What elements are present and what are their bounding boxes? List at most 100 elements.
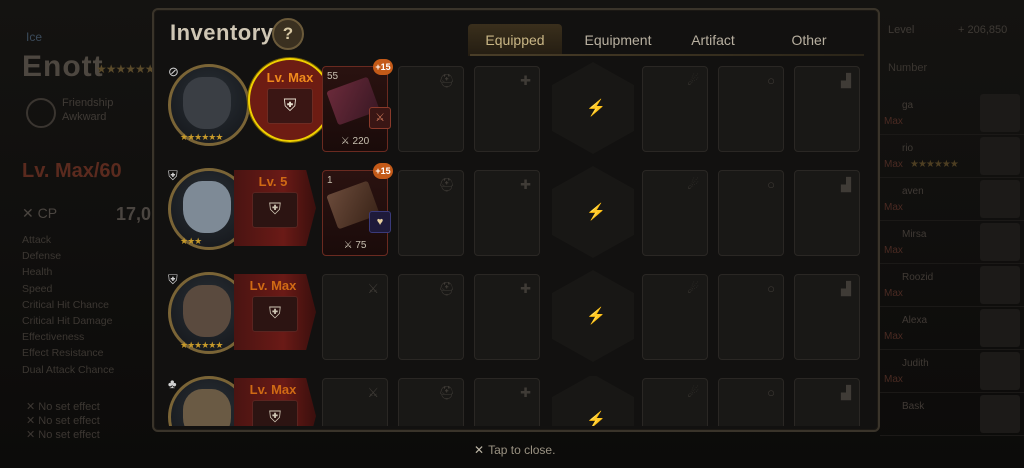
lightning-icon: ⚡: [586, 412, 606, 426]
weapon-slot[interactable]: ⚔: [322, 274, 388, 360]
boots-slot[interactable]: ▟: [794, 378, 860, 426]
list-item: aven Max: [880, 178, 1024, 221]
helmet-slot[interactable]: ⛑: [398, 274, 464, 360]
helmet-icon: ⛑: [438, 281, 455, 296]
boots-slot[interactable]: ▟: [794, 274, 860, 360]
hero-stars: ★★★★★★: [180, 340, 223, 350]
ring-icon: ○: [767, 177, 775, 192]
unequip-all-button[interactable]: ⛨: [252, 192, 298, 228]
armor-slot[interactable]: ✚: [474, 66, 540, 152]
boots-icon: ▟: [841, 73, 851, 88]
set-effects: ✕ No set effect ✕ No set effect ✕ No set…: [26, 401, 100, 441]
artifact-slot[interactable]: 55 +15 ⚔ ⚔ 220: [322, 59, 393, 152]
lightning-icon: ⚡: [586, 204, 606, 221]
level-filter: Level: [888, 24, 915, 36]
stat-list: Attack Defense Health Speed Critical Hit…: [22, 234, 115, 376]
heart-icon: ♥: [369, 211, 391, 233]
helmet-icon: ⛑: [438, 73, 455, 88]
list-item: ga Max: [880, 92, 1024, 135]
unequip-all-button[interactable]: ⛨: [252, 296, 298, 332]
necklace-icon: ☄: [687, 281, 699, 296]
helmet-slot[interactable]: ⛑: [398, 170, 464, 256]
list-item: Roozid Max: [880, 264, 1024, 307]
armor-slot[interactable]: ✚: [474, 170, 540, 256]
friendship-info: Friendship Awkward: [62, 97, 114, 123]
ring-icon: ○: [767, 281, 775, 296]
hero-roster-background: Level + 206,850 Number ga Max rio Max ★★★★★…: [878, 0, 1024, 468]
boots-slot[interactable]: ▟: [794, 170, 860, 256]
shield-icon: ⛨: [168, 168, 178, 183]
enhance-badge: +15: [373, 163, 393, 179]
tab-artifact[interactable]: Artifact: [668, 24, 758, 56]
armor-slot[interactable]: ✚: [474, 378, 540, 426]
necklace-slot[interactable]: ☄: [642, 66, 708, 152]
tab-bar: Equipped Equipment Artifact Other: [468, 24, 864, 56]
ring-slot[interactable]: ○: [718, 274, 784, 360]
hero-level: Lv. Max: [249, 278, 297, 293]
cp-value: 17,0: [116, 204, 152, 224]
sort-label: Number: [888, 62, 928, 74]
ring-slot[interactable]: ○: [718, 170, 784, 256]
lightning-icon: ⚡: [586, 100, 606, 117]
element-label: Ice: [26, 30, 43, 44]
friendship-icon: [26, 98, 56, 128]
roster-list: ga Max rio Max ★★★★★★ aven Max Mirsa Max Rooz…: [880, 92, 1024, 436]
sword-icon: ⚔: [367, 385, 379, 400]
boots-icon: ▟: [841, 281, 851, 296]
cp-label: ✕ CP: [22, 205, 58, 221]
help-button[interactable]: ?: [272, 18, 304, 50]
artifact-level: 55: [327, 71, 339, 82]
gold-count: + 206,850: [958, 24, 1008, 36]
list-item: rio Max ★★★★★★: [880, 135, 1024, 178]
exclusive-slot[interactable]: ⚡: [552, 376, 634, 426]
hero-row: ⛨ ★★★ Lv. 5 ⛨ 1 +15 ♥ ⚔ 75 ⛑ ✚ ⚡ ☄ ○ ▟: [166, 163, 866, 260]
tab-equipped[interactable]: Equipped: [468, 24, 562, 56]
armor-icon: ✚: [520, 177, 531, 192]
level-highlight[interactable]: Lv. Max ⛨: [248, 58, 332, 142]
tab-divider: [470, 54, 864, 56]
ring-icon: ○: [767, 73, 775, 88]
hero-row: ♣ Lv. Max ⛨ ⚔ ⛑ ✚ ⚡ ☄ ○ ▟: [166, 376, 866, 426]
necklace-slot[interactable]: ☄: [642, 170, 708, 256]
lightning-icon: ⚡: [586, 308, 606, 325]
hero-level: Lv. Max: [249, 382, 297, 397]
tab-equipment[interactable]: Equipment: [568, 24, 668, 56]
armor-icon: ✚: [520, 385, 531, 400]
tab-other[interactable]: Other: [764, 24, 854, 56]
unequip-all-button[interactable]: ⛨: [252, 400, 298, 426]
artifact-level: 1: [327, 175, 333, 186]
ring-slot[interactable]: ○: [718, 66, 784, 152]
shield-icon: ⛨: [168, 272, 178, 287]
hero-row: ⊘ ★★★★★★ Lv. Max ⛨ 55 +15 ⚔ ⚔ 220 ⛑ ✚ ⚡ …: [166, 58, 866, 156]
sword-icon: ⚔: [367, 281, 379, 296]
exclusive-slot[interactable]: ⚡: [552, 270, 634, 362]
unequip-all-button[interactable]: ⛨: [267, 88, 313, 124]
close-hint[interactable]: ✕ Tap to close.: [474, 443, 555, 457]
weapon-slot[interactable]: ⚔: [322, 378, 388, 426]
set-icon: ⚔: [369, 107, 391, 129]
exclusive-slot[interactable]: ⚡: [552, 62, 634, 154]
armor-slot[interactable]: ✚: [474, 274, 540, 360]
boots-slot[interactable]: ▟: [794, 66, 860, 152]
necklace-slot[interactable]: ☄: [642, 274, 708, 360]
panel-title: Inventory: [170, 20, 274, 45]
close-icon: ✕: [474, 443, 485, 457]
necklace-slot[interactable]: ☄: [642, 378, 708, 426]
armor-icon: ✚: [520, 281, 531, 296]
helmet-slot[interactable]: ⛑: [398, 378, 464, 426]
list-item: Bask: [880, 393, 1024, 436]
artifact-slot[interactable]: 1 +15 ♥ ⚔ 75: [322, 163, 393, 256]
artifact-stat: ⚔ 75: [343, 240, 367, 251]
helmet-slot[interactable]: ⛑: [398, 66, 464, 152]
necklace-icon: ☄: [687, 73, 699, 88]
list-item: Mirsa Max: [880, 221, 1024, 264]
elephant-icon: ♣: [168, 376, 177, 391]
list-item: Alexa Max: [880, 307, 1024, 350]
boots-icon: ▟: [841, 385, 851, 400]
ring-slot[interactable]: ○: [718, 378, 784, 426]
necklace-icon: ☄: [687, 385, 699, 400]
armor-icon: ✚: [520, 73, 531, 88]
exclusive-slot[interactable]: ⚡: [552, 166, 634, 258]
lock-icon: ⊘: [168, 64, 179, 79]
hero-stars: ★★★: [180, 236, 202, 246]
